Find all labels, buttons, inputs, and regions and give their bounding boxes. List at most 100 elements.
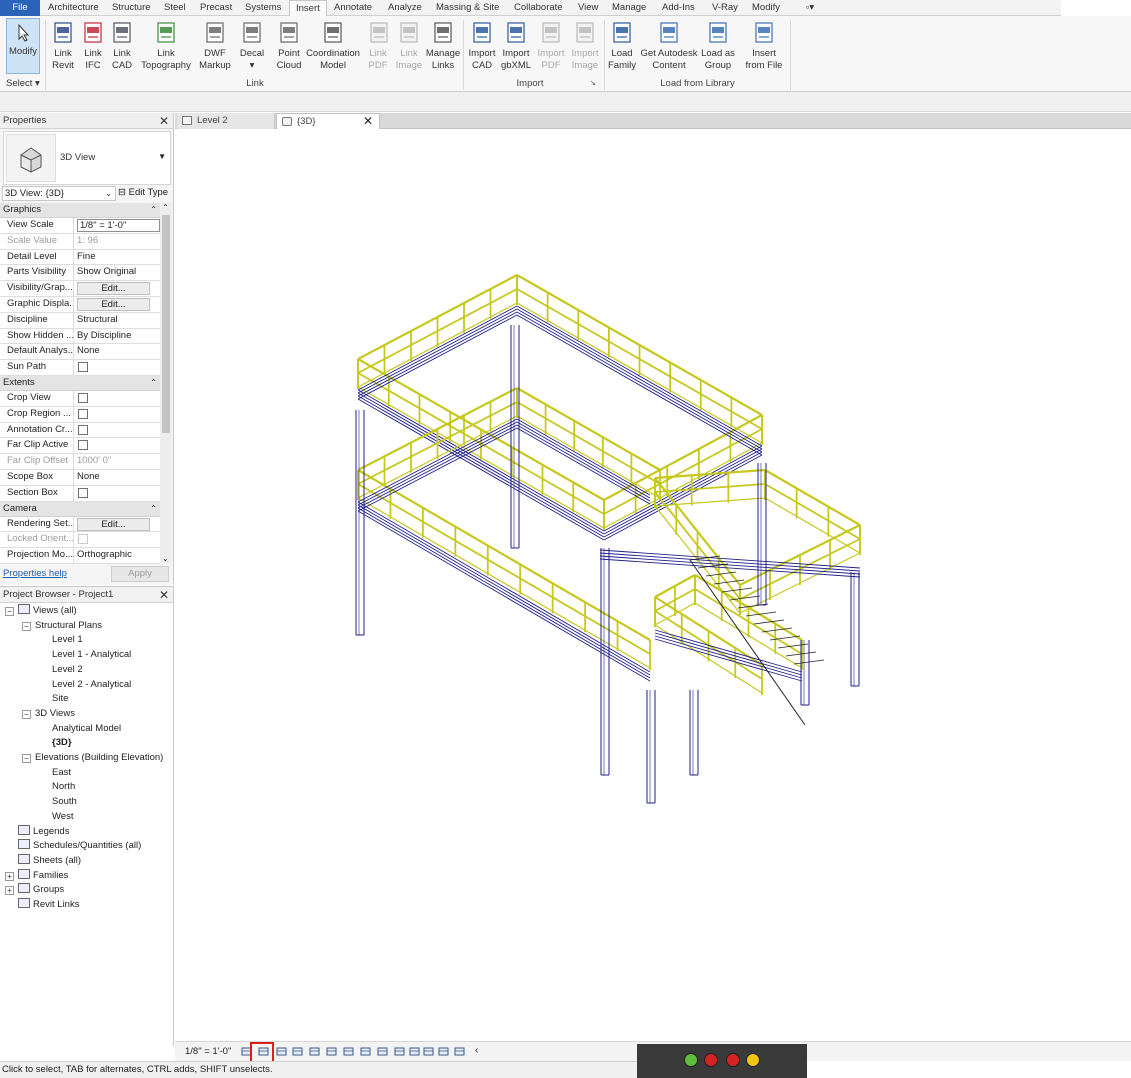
beam[interactable]	[357, 501, 651, 673]
clock-icon[interactable]	[746, 1053, 760, 1067]
constraints-icon[interactable]	[438, 1046, 449, 1057]
property-row[interactable]: Discipline Structural	[0, 312, 160, 329]
link-pdf-button[interactable]: Link PDF	[366, 18, 390, 76]
link-cad-button[interactable]: Link CAD	[107, 18, 137, 76]
beam[interactable]	[654, 629, 803, 673]
browser-root-item[interactable]: Schedules/Quantities (all)	[18, 839, 141, 853]
beam[interactable]	[516, 305, 763, 447]
tab-modify[interactable]: Modify	[746, 0, 786, 16]
tab-vray[interactable]: V-Ray	[706, 0, 744, 16]
import-pdf-button[interactable]: Import PDF	[536, 18, 566, 76]
insert-from-file-button[interactable]: Insert from File	[744, 18, 784, 76]
scroll-up-icon[interactable]: ⌃	[162, 203, 169, 212]
browser-root-item[interactable]: Revit Links	[18, 898, 79, 912]
structural-model-drawing[interactable]	[175, 129, 1131, 1041]
property-row[interactable]: Rendering Set... Edit...	[0, 516, 160, 533]
beam[interactable]	[357, 507, 651, 679]
expand-icon[interactable]: +	[5, 871, 14, 881]
tab-collaborate[interactable]: Collaborate	[508, 0, 569, 16]
property-value[interactable]	[75, 438, 160, 453]
tab-steel[interactable]: Steel	[158, 0, 192, 16]
property-value[interactable]: By Discipline	[75, 329, 160, 344]
browser-elevation-item[interactable]: West	[52, 810, 73, 824]
collapse-icon[interactable]: −	[22, 709, 31, 719]
property-row[interactable]: Default Analys... None	[0, 344, 160, 361]
browser-plan-item[interactable]: Level 1 - Analytical	[52, 648, 131, 662]
browser-elevation-item[interactable]: East	[52, 766, 71, 780]
browser-plan-item[interactable]: Site	[52, 692, 68, 706]
beam[interactable]	[516, 421, 651, 499]
checkbox[interactable]	[78, 362, 88, 373]
select-dropdown[interactable]: Select ▾	[6, 78, 40, 89]
properties-scrollbar[interactable]: ⌃ ⌄	[160, 203, 172, 563]
view-scale-input[interactable]: 1/8" = 1'-0"	[77, 219, 160, 232]
property-row[interactable]: Detail Level Fine	[0, 249, 160, 266]
railing-base[interactable]	[764, 497, 861, 554]
edit-button[interactable]: Edit...	[77, 517, 150, 531]
beam[interactable]	[357, 504, 651, 676]
browser-3d-views[interactable]: 3D Views	[35, 707, 75, 721]
property-value[interactable]: None	[75, 470, 160, 485]
minus-icon[interactable]	[726, 1053, 740, 1067]
import-cad-button[interactable]: Import CAD	[466, 18, 498, 76]
collapse-icon[interactable]: −	[22, 621, 31, 631]
property-value[interactable]: Structural	[75, 313, 160, 328]
railing-top[interactable]	[357, 469, 651, 641]
tab-architecture[interactable]: Architecture	[42, 0, 105, 16]
instance-filter-dropdown[interactable]: 3D View: {3D} ⌄	[2, 186, 116, 201]
property-row[interactable]: Crop View	[0, 390, 160, 407]
property-value[interactable]: Orthographic	[75, 548, 160, 563]
browser-3d-item[interactable]: {3D}	[52, 736, 72, 750]
stair-tread[interactable]	[721, 587, 753, 593]
browser-elevation-item[interactable]: South	[52, 795, 77, 809]
railing-top[interactable]	[516, 387, 661, 471]
browser-elevation-item[interactable]: North	[52, 780, 75, 794]
tab-3d[interactable]: {3D} ✕	[276, 113, 380, 129]
beam[interactable]	[357, 510, 651, 682]
section-graphics[interactable]: Graphics ⌃	[0, 203, 160, 218]
tab-add-ins[interactable]: Add-Ins	[656, 0, 701, 16]
stop-icon[interactable]	[704, 1053, 718, 1067]
browser-plan-item[interactable]: Level 2 - Analytical	[52, 678, 131, 692]
property-value[interactable]: None	[75, 344, 160, 359]
edit-button[interactable]: Edit...	[77, 297, 150, 311]
tab-systems[interactable]: Systems	[239, 0, 287, 16]
railing-mid[interactable]	[516, 401, 661, 485]
stair-tread[interactable]	[777, 643, 809, 649]
property-value[interactable]: 1/8" = 1'-0"	[75, 218, 160, 233]
sun-path-icon[interactable]	[276, 1046, 287, 1057]
browser-views-all[interactable]: Views (all)	[18, 604, 77, 618]
close-icon[interactable]: ✕	[159, 587, 169, 603]
scroll-down-icon[interactable]: ⌄	[162, 554, 169, 563]
browser-3d-item[interactable]: Analytical Model	[52, 722, 121, 736]
show-crop-icon[interactable]	[343, 1046, 354, 1057]
type-selector[interactable]: 3D View ▼	[3, 131, 171, 185]
checkbox[interactable]	[78, 440, 88, 451]
section-extents[interactable]: Extents ⌃	[0, 375, 160, 391]
railing-base[interactable]	[357, 497, 651, 669]
property-value[interactable]: Edit...	[75, 297, 160, 312]
browser-root-item[interactable]: Legends	[18, 824, 69, 839]
point-cloud-button[interactable]: Point Cloud	[273, 18, 305, 76]
beam[interactable]	[516, 418, 651, 496]
property-value[interactable]	[75, 423, 160, 438]
unlock-3d-icon[interactable]	[360, 1046, 371, 1057]
tab-view[interactable]: View	[572, 0, 604, 16]
analytical-model-icon[interactable]	[409, 1046, 420, 1057]
crop-view-icon[interactable]	[326, 1046, 337, 1057]
property-row[interactable]: Crop Region ...	[0, 406, 160, 423]
edit-button[interactable]: Edit...	[77, 282, 150, 296]
browser-elevations[interactable]: Elevations (Building Elevation)	[35, 751, 163, 765]
property-row[interactable]: Graphic Displa... Edit...	[0, 296, 160, 313]
get-autodesk-content-button[interactable]: Get Autodesk Content	[637, 18, 701, 76]
tab-manage[interactable]: Manage	[606, 0, 652, 16]
railing-mid[interactable]	[357, 483, 651, 655]
property-row[interactable]: Show Hidden ... By Discipline	[0, 328, 160, 345]
property-row[interactable]: Projection Mo... Orthographic	[0, 548, 160, 564]
close-icon[interactable]: ✕	[363, 114, 373, 129]
tab-annotate[interactable]: Annotate	[328, 0, 378, 16]
properties-help-link[interactable]: Properties help	[3, 568, 67, 579]
collapse-icon[interactable]: −	[5, 607, 14, 616]
tab-analyze[interactable]: Analyze	[382, 0, 428, 16]
tab-precast[interactable]: Precast	[194, 0, 238, 16]
